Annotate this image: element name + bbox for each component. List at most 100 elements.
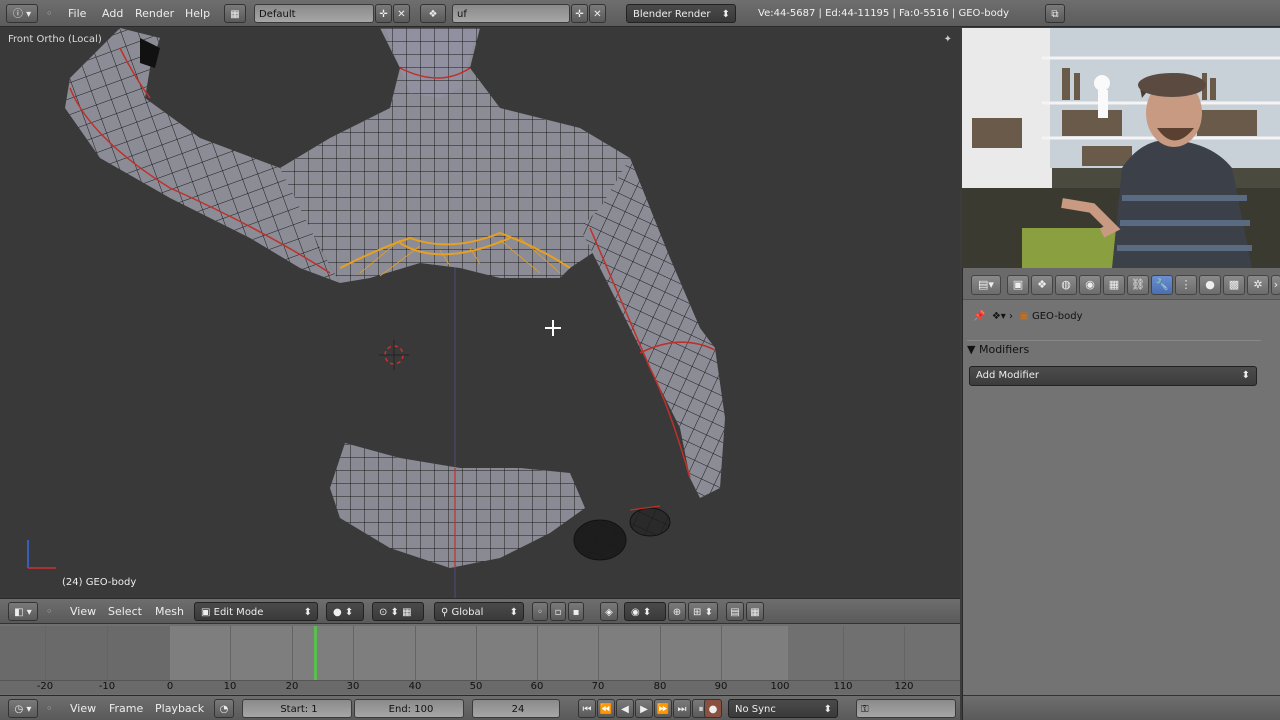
menu-view[interactable]: View [70,699,96,718]
jump-end-icon[interactable]: ⏭ [673,699,691,718]
3d-cursor-icon [379,340,409,370]
tab-render-layers[interactable]: ❖ [1031,275,1053,295]
right-arm-mesh [580,158,725,498]
editor-type-button[interactable]: ◧ ▾ [8,602,38,621]
shading-dropdown[interactable]: ● ⬍ [326,602,364,621]
menu-render[interactable]: Render [135,4,174,23]
current-frame-field[interactable]: 24 [472,699,560,718]
render-engine-dropdown[interactable]: Blender Render ⬍ [626,4,736,23]
left-arm-mesh [65,28,340,283]
menu-frame[interactable]: Frame [109,699,143,718]
mode-label: Edit Mode [213,607,264,618]
grid-line [292,626,293,680]
menu-file[interactable]: File [68,4,86,23]
tab-constraints[interactable]: ⛓ [1127,275,1149,295]
scene-field[interactable]: uf [452,4,570,23]
tab-texture[interactable]: ▩ [1223,275,1245,295]
occlude-geometry-icon[interactable]: ◈ [600,602,618,621]
object-icon: ▦ [1108,278,1120,291]
snap-toggle-icon[interactable]: ⊕ [668,602,686,621]
end-frame-field[interactable]: End: 100 [354,699,464,718]
editor-type-button[interactable]: ◷ ▾ [8,699,38,718]
remove-scene-icon[interactable]: ✕ [589,4,606,23]
menu-add[interactable]: Add [102,4,123,23]
mode-dropdown[interactable]: ▣ Edit Mode ⬍ [194,602,318,621]
collapse-menu-icon[interactable]: ◦ [46,4,53,23]
menu-mesh[interactable]: Mesh [155,602,184,621]
frame-ruler[interactable]: -20 -10 0 10 20 30 40 50 60 70 80 90 100… [0,680,960,694]
timeline-editor[interactable]: -20 -10 0 10 20 30 40 50 60 70 80 90 100… [0,623,960,695]
dropdown-arrow-icon: ⬍ [721,9,730,20]
prev-keyframe-icon[interactable]: ⏪ [597,699,615,718]
scene-icon[interactable]: ❖ [420,4,446,23]
tab-object[interactable]: ▦ [1103,275,1125,295]
tab-scene[interactable]: ◍ [1055,275,1077,295]
grid-line [904,626,905,680]
menu-playback[interactable]: Playback [155,699,204,718]
frame-tick: 10 [223,681,237,692]
grid-line [660,626,661,680]
grid-line [415,626,416,680]
next-keyframe-icon[interactable]: ⏩ [654,699,672,718]
tab-physics[interactable]: › [1271,275,1280,295]
collapse-menu-icon[interactable]: ◦ [46,699,53,718]
properties-icon: ▤▾ [978,278,994,291]
texture-icon: ▩ [1228,278,1240,291]
grid-line [353,626,354,680]
frame-tick: 80 [653,681,667,692]
belly-mesh [330,443,585,568]
menu-select[interactable]: Select [108,602,142,621]
current-frame-indicator[interactable] [314,626,317,680]
play-icon[interactable]: ▶ [635,699,653,718]
tab-material[interactable]: ● [1199,275,1221,295]
tab-world[interactable]: ◉ [1079,275,1101,295]
play-reverse-icon[interactable]: ◀ [616,699,634,718]
3d-viewport[interactable]: Front Ortho (Local) ✦ (24) GEO-body [0,28,960,598]
orientation-dropdown[interactable]: ⚲ Global ⬍ [434,602,524,621]
frame-tick: -20 [36,681,54,692]
tab-particles[interactable]: ✲ [1247,275,1269,295]
menu-help[interactable]: Help [185,4,210,23]
editor-type-button[interactable]: ⓘ ▾ [6,4,38,23]
render-anim-icon[interactable]: ▦ [746,602,764,621]
dropdown-arrow-icon: ⬍ [509,607,518,618]
tab-data[interactable]: ⋮ [1175,275,1197,295]
axes-gizmo-icon [27,540,56,569]
fullscreen-icon[interactable]: ⧉ [1045,4,1065,23]
panel-title: Modifiers [978,343,1030,356]
add-layout-icon[interactable]: ✛ [375,4,392,23]
add-modifier-dropdown[interactable]: Add Modifier ⬍ [969,366,1257,386]
modifiers-panel-header[interactable]: ▼ Modifiers [967,340,1261,358]
collapse-menu-icon[interactable]: ◦ [46,602,53,621]
render-icon[interactable]: ▤ [726,602,744,621]
start-frame-field[interactable]: Start: 1 [242,699,352,718]
keying-set-field[interactable]: ⚿ [856,699,956,718]
proportional-edit-dropdown[interactable]: ◉ ⬍ [624,602,666,621]
vertex-select-icon[interactable]: ◦ [532,602,548,621]
remove-layout-icon[interactable]: ✕ [393,4,410,23]
screen-layout-field[interactable]: Default [254,4,374,23]
mesh-canvas[interactable] [0,28,960,598]
properties-tabs: ▤▾ ▣ ❖ ◍ ◉ ▦ ⛓ 🔧 ⋮ ● ▩ ✲ › [963,268,1280,300]
properties-editor: ▤▾ ▣ ❖ ◍ ◉ ▦ ⛓ 🔧 ⋮ ● ▩ ✲ › 📌 ❖▾ › ▣ GEO-… [962,268,1280,720]
add-scene-icon[interactable]: ✛ [571,4,588,23]
record-icon[interactable]: ● [704,699,722,718]
viewport-corner-icon[interactable]: ✦ [944,34,952,45]
dropdown-arrow-icon: ⬍ [303,607,312,618]
sync-dropdown[interactable]: No Sync ⬍ [728,699,838,718]
editor-type-button[interactable]: ▤▾ [971,275,1001,295]
preview-range-icon[interactable]: ◔ [214,699,234,718]
mesh-data-icon: ⋮ [1180,278,1192,291]
tab-modifiers[interactable]: 🔧 [1151,275,1173,295]
screen-layout-icon[interactable]: ▦ [224,4,246,23]
frame-tick: -10 [98,681,116,692]
edge-select-icon[interactable]: ▫ [550,602,566,621]
tab-render[interactable]: ▣ [1007,275,1029,295]
sync-label: No Sync [735,704,776,715]
pivot-dropdown[interactable]: ⊙ ⬍ ▦ [372,602,424,621]
pin-icon[interactable]: 📌 [973,311,985,322]
menu-view[interactable]: View [70,602,96,621]
face-select-icon[interactable]: ▪ [568,602,584,621]
snap-element-icon[interactable]: ⊞ ⬍ [688,602,718,621]
jump-start-icon[interactable]: ⏮ [578,699,596,718]
